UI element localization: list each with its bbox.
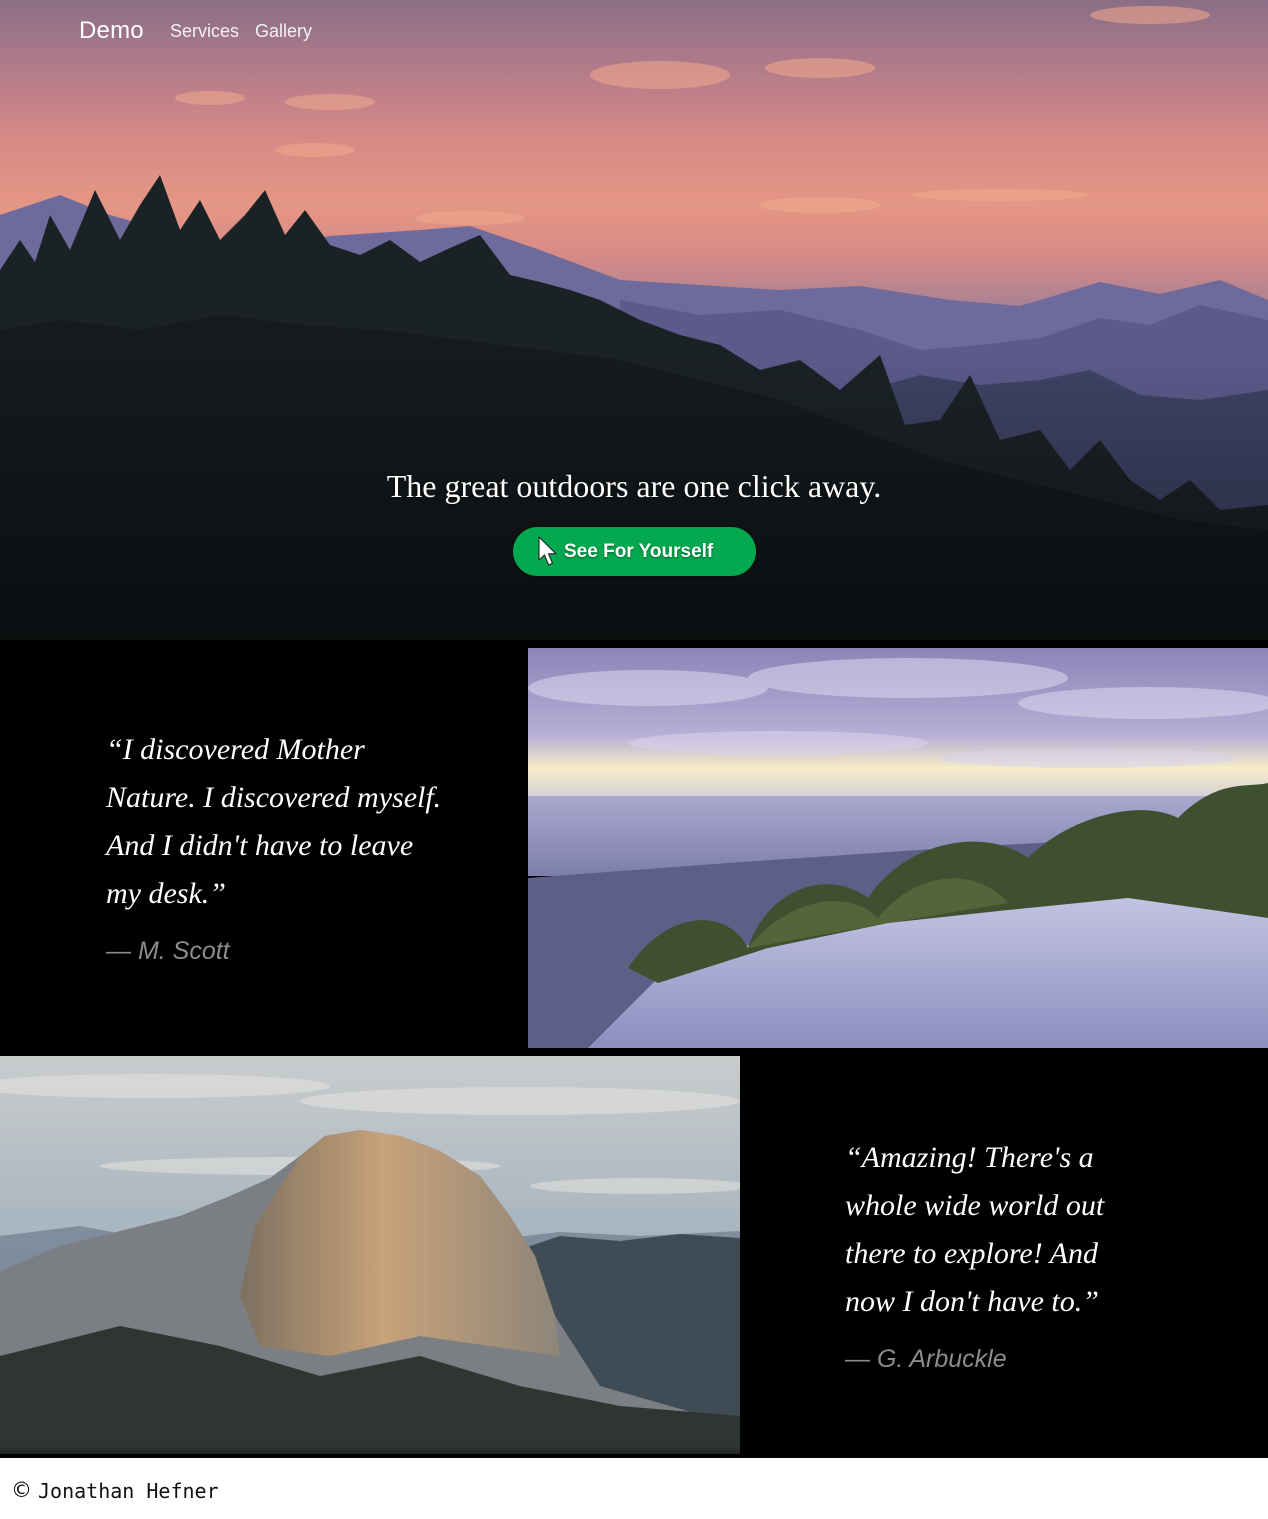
footer: © Jonathan Hefner [0,1458,1268,1519]
navbar: Demo Services Gallery [0,0,1268,62]
brand-link[interactable]: Demo [79,17,144,45]
testimonial-section: “Amazing! There's a whole wide world out… [0,1056,1268,1458]
testimonial-quote: “I discovered Mother Nature. I discovere… [106,733,442,910]
half-dome-photo [0,1056,740,1454]
copyright-icon: © [11,1478,32,1502]
testimonial-author: — M. Scott [106,937,230,965]
testimonial-author: — G. Arbuckle [845,1345,1007,1373]
beach-dunes-photo [528,648,1268,1048]
testimonial-quote: “Amazing! There's a whole wide world out… [845,1141,1105,1318]
testimonial-section: “I discovered Mother Nature. I discovere… [0,640,1268,1056]
hero-title: The great outdoors are one click away. [386,468,882,504]
nav-link-gallery[interactable]: Gallery [255,21,312,42]
mouse-pointer-icon [538,536,557,566]
see-for-yourself-button[interactable]: See For Yourself [513,527,756,576]
hero-section: Demo Services Gallery The great outdoors… [0,0,1268,640]
nav-link-services[interactable]: Services [170,21,239,42]
copyright-owner: Jonathan Hefner [38,1479,219,1503]
cta-label: See For Yourself [564,541,714,562]
